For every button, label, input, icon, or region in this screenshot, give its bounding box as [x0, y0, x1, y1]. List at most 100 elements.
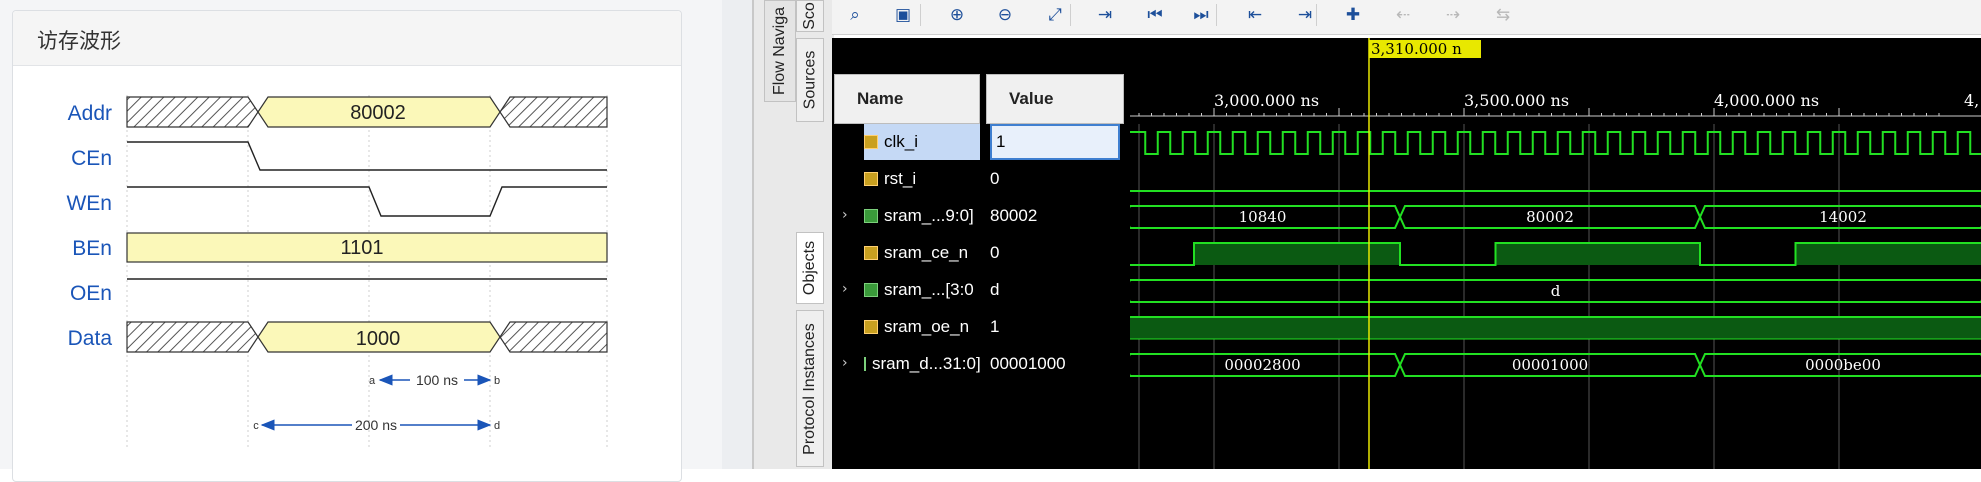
waveform-canvas[interactable]: 3,000.000 ns3,500.000 ns4,000.000 ns4,10… — [1130, 38, 1981, 469]
ce-fill — [1796, 243, 1981, 265]
previous-transition-button[interactable]: ⇤ — [1240, 2, 1270, 28]
save-icon: ▣ — [895, 5, 911, 25]
signal-label-cen: CEn — [71, 147, 112, 170]
expand-chevron-icon[interactable]: › — [842, 207, 848, 223]
time-tick-label: 3,500.000 ns — [1464, 91, 1569, 110]
previous-marker-button: ⇠ — [1388, 2, 1418, 28]
signal-name-row[interactable]: sram_...[3:0 — [864, 272, 980, 308]
bit-signal-icon — [864, 246, 878, 260]
signal-name-row[interactable]: sram_d...31:0] — [864, 346, 980, 382]
tab-scope-label: Sco — [801, 2, 819, 30]
zoom-out-button[interactable]: ⊖ — [990, 2, 1020, 28]
name-column-header-label: Name — [857, 89, 903, 109]
toolbar-separator — [1316, 4, 1317, 26]
signal-name: sram_oe_n — [884, 317, 969, 337]
signal-value[interactable]: 0 — [990, 235, 1120, 271]
signal-value[interactable]: 00001000 — [990, 346, 1120, 382]
bus-signal-icon — [864, 357, 866, 371]
signal-label-addr: Addr — [68, 102, 112, 125]
signal-label-ben: BEn — [72, 237, 112, 260]
zoom-in-button[interactable]: ⊕ — [942, 2, 972, 28]
ce-fill — [1496, 243, 1701, 265]
bit-signal-icon — [864, 172, 878, 186]
name-column-header[interactable]: Name — [834, 74, 980, 124]
waveform-toolbar: ⌕▣⊕⊖⤢⇥⏮⏭⇤⇥✚⇠⇢⇆ — [832, 0, 1981, 35]
vivado-side-tabs: Sco Flow Naviga Sources Objects Protocol… — [752, 0, 834, 469]
signal-name: sram_...[3:0 — [884, 280, 974, 300]
go-to-last-time-button[interactable]: ⏭ — [1186, 2, 1216, 28]
clk-waveform — [1130, 132, 1981, 154]
data_segments-value: 0000be00 — [1805, 356, 1881, 374]
tab-sources-label: Sources — [801, 51, 819, 110]
value-column-header-label: Value — [1009, 89, 1053, 109]
ben-waveform: 1101 — [127, 233, 607, 262]
signal-label-oen: OEn — [70, 282, 112, 305]
expand-chevron-icon[interactable]: › — [842, 355, 848, 371]
signal-name-row[interactable]: rst_i — [864, 161, 980, 197]
toolbar-separator — [1070, 4, 1071, 26]
add-marker-icon: ✚ — [1346, 5, 1360, 25]
signal-name: sram_d...31:0] — [872, 354, 981, 374]
signal-name-row[interactable]: sram_oe_n — [864, 309, 980, 345]
doc-scroll-gutter[interactable] — [722, 0, 752, 469]
addr_segments-value: 10840 — [1239, 208, 1287, 226]
tab-flow-navigator[interactable]: Flow Naviga — [764, 0, 796, 102]
signal-value[interactable]: 80002 — [990, 198, 1120, 234]
tab-objects-label: Objects — [801, 241, 819, 295]
time-tick-label: 3,000.000 ns — [1214, 91, 1319, 110]
annotation-100ns-label: 100 ns — [416, 372, 458, 388]
signal-value[interactable]: 0 — [990, 161, 1120, 197]
signal-value[interactable]: d — [990, 272, 1120, 308]
signal-label-data: Data — [68, 327, 113, 350]
tab-sources[interactable]: Sources — [796, 38, 824, 122]
signal-name: rst_i — [884, 169, 916, 189]
data_segments-value: 00001000 — [1512, 356, 1588, 374]
timing-diagram: Addr CEn WEn BEn OEn Data 80002 1101 — [0, 0, 722, 469]
doc-panel: 访存波形 Addr CEn WEn BEn OE — [0, 0, 752, 469]
tab-objects[interactable]: Objects — [796, 232, 824, 304]
cursor-time-label: 3,310.000 n — [1371, 40, 1462, 58]
addr_segments-value: 14002 — [1819, 208, 1867, 226]
data-bus-value: 1000 — [356, 328, 401, 350]
signal-value[interactable]: 1 — [990, 124, 1120, 160]
tab-protocol-instances[interactable]: Protocol Instances — [796, 310, 824, 467]
annotation-200ns: c 200 ns d — [253, 417, 500, 433]
annotation-a: a — [369, 375, 376, 387]
annotation-d: d — [494, 420, 500, 432]
tab-protocol-instances-label: Protocol Instances — [801, 323, 819, 455]
oe-fill — [1130, 317, 1981, 339]
add-marker-button[interactable]: ✚ — [1338, 2, 1368, 28]
next-transition-icon: ⇥ — [1298, 5, 1312, 25]
zoom-out-icon: ⊖ — [998, 5, 1012, 25]
zoom-in-icon: ⊕ — [950, 5, 964, 25]
signal-name-row[interactable]: sram_...9:0] — [864, 198, 980, 234]
tab-scope[interactable]: Sco — [796, 0, 824, 32]
data_segments-value: 00002800 — [1224, 356, 1300, 374]
search-button[interactable]: ⌕ — [840, 2, 870, 28]
signal-label-wen: WEn — [66, 192, 112, 215]
time-tick-label: 4, — [1964, 91, 1979, 110]
signal-name-row[interactable]: clk_i — [864, 124, 980, 160]
addr-waveform: 80002 — [127, 97, 607, 127]
signal-name: sram_...9:0] — [884, 206, 974, 226]
tab-flow-navigator-label: Flow Naviga — [771, 7, 789, 95]
next-marker-icon: ⇢ — [1446, 5, 1460, 25]
signal-value[interactable]: 1 — [990, 309, 1120, 345]
annotation-b: b — [494, 375, 500, 387]
bit-signal-icon — [864, 135, 878, 149]
zoom-fit-button[interactable]: ⤢ — [1040, 2, 1070, 28]
addr_segments-value: 80002 — [1526, 208, 1574, 226]
go-to-cursor-button[interactable]: ⇥ — [1090, 2, 1120, 28]
go-to-start-icon: ⏮ — [1147, 5, 1162, 25]
save-button[interactable]: ▣ — [888, 2, 918, 28]
wen-waveform — [127, 187, 607, 216]
previous-marker-icon: ⇠ — [1396, 5, 1410, 25]
annotation-200ns-label: 200 ns — [355, 417, 397, 433]
go-to-time-0-button[interactable]: ⏮ — [1140, 2, 1170, 28]
value-column-header[interactable]: Value — [986, 74, 1124, 124]
addr-bus-value: 80002 — [350, 102, 406, 124]
annotation-c: c — [253, 420, 259, 432]
signal-name-row[interactable]: sram_ce_n — [864, 235, 980, 271]
expand-chevron-icon[interactable]: › — [842, 281, 848, 297]
annotation-100ns: a 100 ns b — [369, 372, 500, 388]
